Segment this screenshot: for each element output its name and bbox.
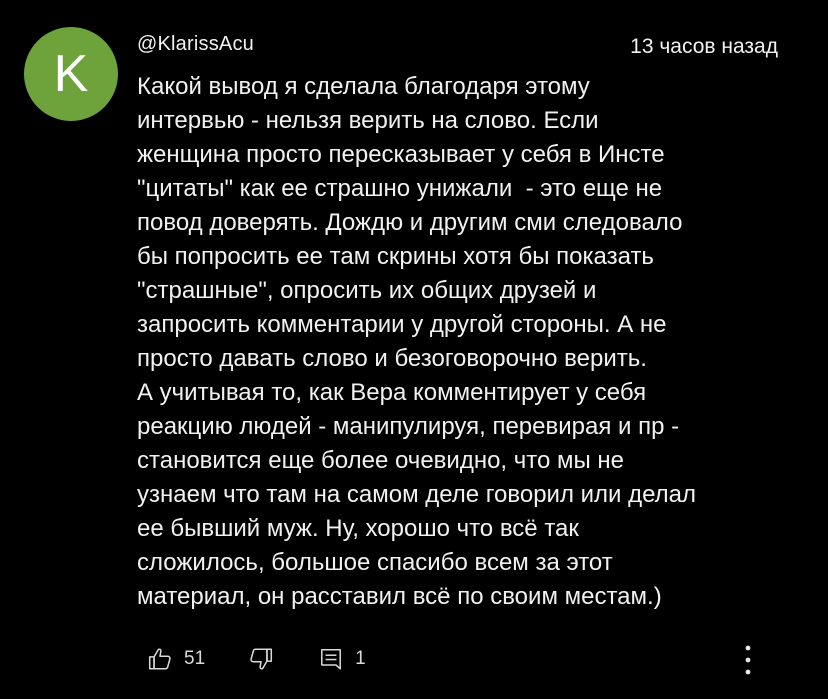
comment-text-line: ее бывший муж. Ну, хорошо что всё так (137, 515, 579, 542)
dislike-button[interactable] (247, 645, 275, 673)
like-button[interactable] (146, 645, 174, 673)
thumbs-up-icon (148, 648, 171, 670)
avatar[interactable]: K (24, 27, 118, 121)
thumbs-down-icon (250, 648, 273, 670)
comment-text-line: реакцию людей - манипулируя, перевирая и… (137, 413, 680, 440)
comment-text-line: повод доверять. Дождю и другим сми следо… (137, 209, 683, 236)
author-handle[interactable]: @KlarissAcu (137, 33, 254, 56)
comment-text-line: интервью - нельзя верить на слово. Если (137, 107, 599, 134)
comment-card: K @KlarissAcu 13 часов назад Какой вывод… (0, 0, 828, 699)
comment-text-line: узнаем что там на самом деле говорил или… (137, 481, 697, 508)
comment-text-line: запросить комментарии у другой стороны. … (137, 311, 667, 338)
comment-text: Какой вывод я сделала благодаря этому ин… (137, 70, 797, 614)
comment-text-line: Какой вывод я сделала благодаря этому (137, 73, 590, 100)
comment-text-line: сложилось, большое спасибо всем за этот (137, 549, 613, 576)
avatar-letter: K (53, 45, 89, 103)
like-count: 51 (184, 648, 206, 669)
comment-actions: 51 1 (146, 642, 366, 676)
comment-text-line: становится еще более очевидно, что мы не (137, 447, 625, 474)
replies-count: 1 (355, 648, 366, 669)
comment-text-line: бы попросить ее там скрины хотя бы показ… (137, 243, 654, 270)
reply-comment-icon (321, 649, 342, 670)
comment-text-line: материал, он расставил всё по своим мест… (137, 583, 662, 610)
more-options-button[interactable] (736, 642, 760, 678)
vertical-ellipsis-icon (745, 645, 751, 675)
comment-text-line: А учитывая то, как Вера комментирует у с… (137, 379, 647, 406)
replies-button[interactable] (317, 645, 345, 673)
comment-text-line: "страшные", опросить их общих друзей и (137, 277, 597, 304)
comment-text-line: просто давать слово и безоговорочно вери… (137, 345, 647, 372)
comment-timestamp[interactable]: 13 часов назад (630, 35, 778, 59)
comment-text-line: "цитаты" как ее страшно унижали - это ещ… (137, 175, 663, 202)
comment-text-line: женщина просто пересказывает у себя в Ин… (137, 141, 665, 168)
